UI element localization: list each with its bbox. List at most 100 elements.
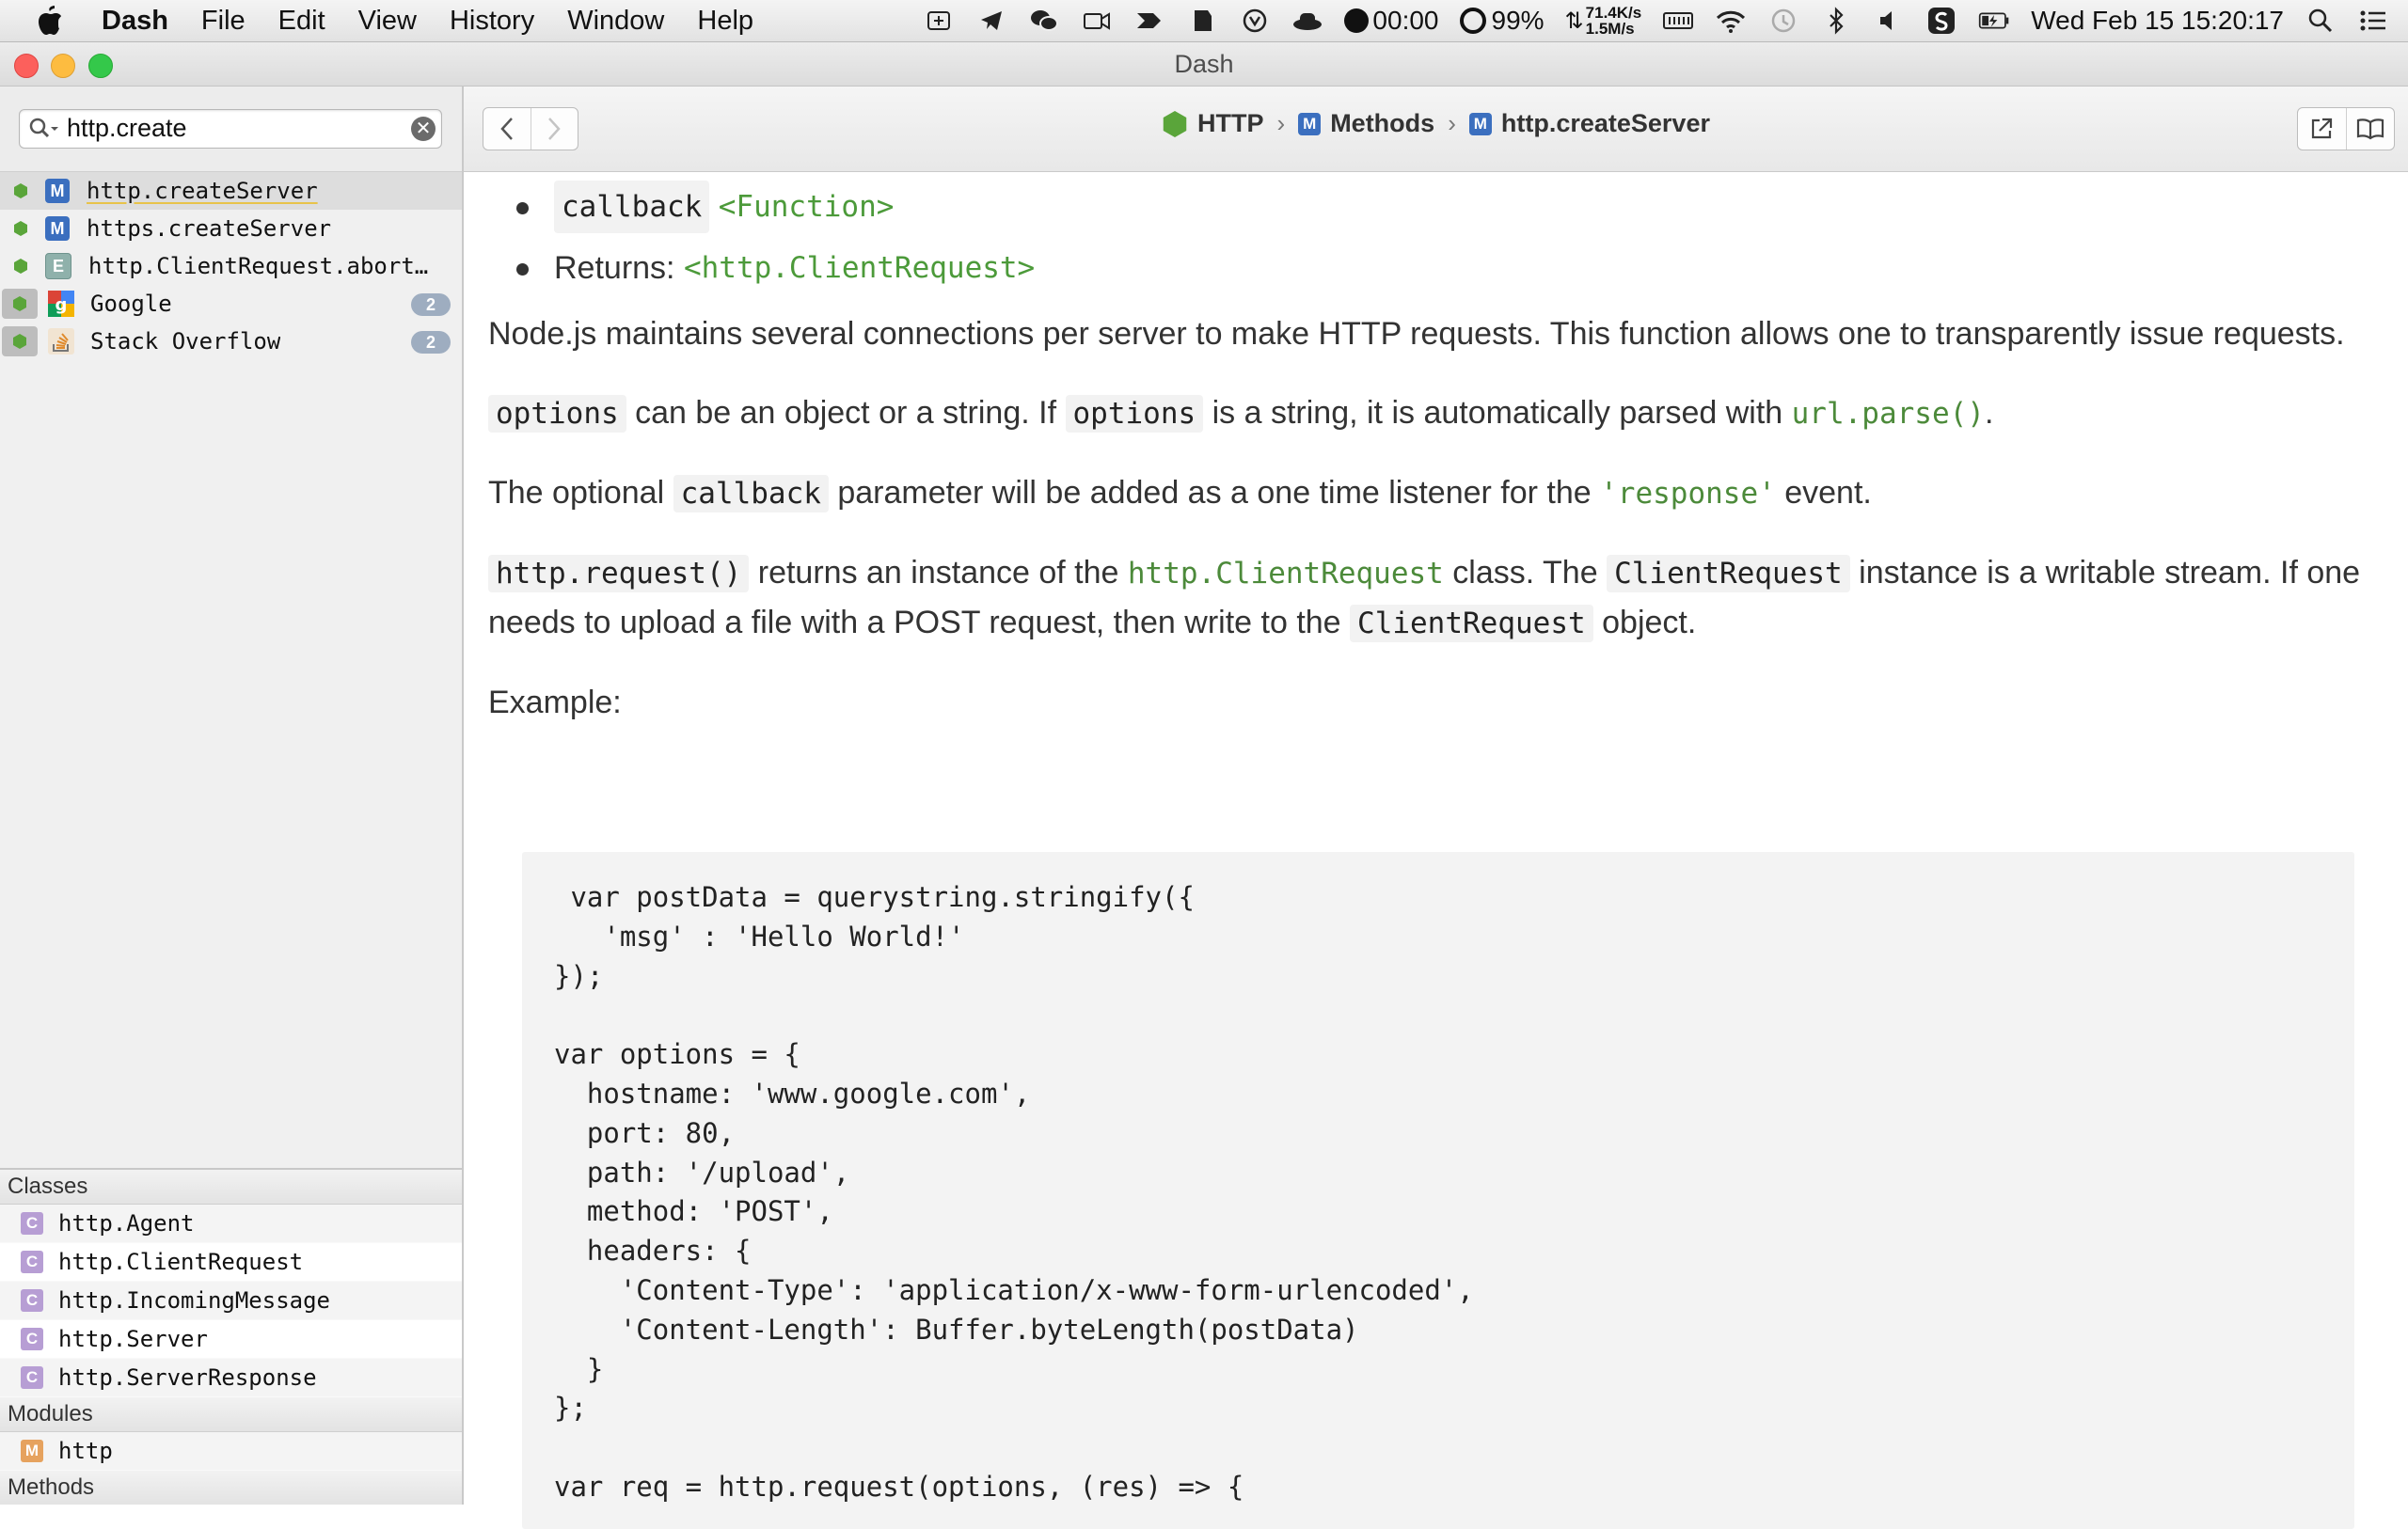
- wifi-icon[interactable]: [1715, 7, 1747, 35]
- result-label: Google: [90, 291, 172, 317]
- toc-item-label: http.Agent: [58, 1210, 195, 1237]
- spotlight-search-icon[interactable]: [2305, 7, 2337, 35]
- table-of-contents: Classes C http.Agent C http.ClientReques…: [0, 1168, 462, 1505]
- link-http-clientrequest[interactable]: http.ClientRequest: [1128, 557, 1444, 591]
- nodejs-docset-icon: [14, 259, 27, 274]
- evernote-icon[interactable]: [1186, 7, 1218, 35]
- clock[interactable]: Wed Feb 15 15:20:17: [2031, 6, 2284, 36]
- breadcrumb-docset[interactable]: HTTP: [1162, 109, 1264, 138]
- example-label: Example:: [488, 685, 622, 720]
- window-titlebar: Dash: [0, 42, 2408, 87]
- menu-view[interactable]: View: [358, 6, 417, 37]
- content-toolbar: HTTP › M Methods › M http.createServer: [464, 87, 2408, 172]
- volume-icon[interactable]: [1873, 7, 1905, 35]
- inline-code: options: [488, 395, 626, 433]
- toc-item-label: http.ClientRequest: [58, 1249, 304, 1275]
- param-list: callback <Function> Returns: <http.Clien…: [488, 176, 2379, 298]
- svg-text:g: g: [55, 295, 68, 315]
- fast-forward-icon[interactable]: [1133, 7, 1165, 35]
- toc-item-http-module[interactable]: M http: [0, 1432, 462, 1471]
- text: event.: [1784, 475, 1872, 511]
- result-label: http.createServer: [87, 178, 318, 204]
- text: returns an instance of the: [757, 555, 1119, 591]
- open-in-browser-button[interactable]: [2298, 108, 2346, 150]
- apple-menu-icon[interactable]: [36, 5, 73, 37]
- toc-item-http-serverresponse[interactable]: C http.ServerResponse: [0, 1359, 462, 1397]
- status-area: 00:00 99% ⇅ 71.4K/s 1.5M/s Wed Feb 15 15:…: [923, 0, 2389, 41]
- inline-code: callback: [673, 475, 829, 512]
- battery-monitor[interactable]: 99%: [1459, 6, 1545, 36]
- telegram-icon[interactable]: [975, 7, 1007, 35]
- result-label: Stack Overflow: [90, 328, 281, 355]
- text: The optional: [488, 475, 665, 511]
- menu-history[interactable]: History: [450, 6, 534, 37]
- toc-item-http-server[interactable]: C http.Server: [0, 1320, 462, 1359]
- toc-item-http-incomingmessage[interactable]: C http.IncomingMessage: [0, 1282, 462, 1320]
- sidebar: ✕ M http.createServer M https.createServ…: [0, 87, 464, 1505]
- breadcrumb-docset-label: HTTP: [1197, 109, 1264, 137]
- inline-code: http.request(): [488, 555, 750, 592]
- text: object.: [1602, 605, 1697, 640]
- result-https-createServer[interactable]: M https.createServer: [0, 210, 462, 247]
- menu-window[interactable]: Window: [567, 6, 664, 37]
- timer[interactable]: 00:00: [1344, 6, 1439, 36]
- breadcrumb-page-label: http.createServer: [1500, 109, 1710, 137]
- method-badge-icon: M: [45, 179, 70, 203]
- result-http-createServer[interactable]: M http.createServer: [0, 172, 462, 210]
- hat-icon[interactable]: [1291, 7, 1323, 35]
- result-http-clientrequest-abort[interactable]: E http.ClientRequest.abort…: [0, 247, 462, 285]
- class-badge-icon: C: [21, 1212, 43, 1235]
- toc-item-http-clientrequest[interactable]: C http.ClientRequest: [0, 1243, 462, 1282]
- screenshot-tool-icon[interactable]: [923, 7, 955, 35]
- type-link-function[interactable]: <Function>: [719, 182, 895, 231]
- battery-percent: 99%: [1491, 6, 1545, 35]
- network-monitor[interactable]: ⇅ 71.4K/s 1.5M/s: [1565, 5, 1642, 37]
- result-stack-overflow[interactable]: Stack Overflow 2: [0, 323, 462, 360]
- nodejs-docset-icon: [2, 326, 38, 356]
- breadcrumb-section[interactable]: M Methods: [1298, 109, 1434, 138]
- notification-center-icon[interactable]: [2357, 7, 2389, 35]
- video-camera-icon[interactable]: [1081, 7, 1113, 35]
- inline-code: ClientRequest: [1350, 605, 1593, 642]
- search-input[interactable]: [67, 113, 387, 143]
- result-google[interactable]: g Google 2: [0, 285, 462, 323]
- inline-code: options: [1065, 395, 1204, 433]
- paragraph-4: http.request() returns an instance of th…: [488, 548, 2379, 648]
- menu-help[interactable]: Help: [697, 6, 753, 37]
- text: parameter will be added as a one time li…: [837, 475, 1592, 511]
- toc-header-methods: Methods: [0, 1471, 462, 1505]
- toc-item-label: http.IncomingMessage: [58, 1287, 330, 1314]
- paragraph-1: Node.js maintains several connections pe…: [488, 316, 2345, 352]
- event-badge-icon: E: [45, 253, 71, 279]
- type-link-clientrequest[interactable]: <http.ClientRequest>: [684, 244, 1035, 292]
- clear-search-icon[interactable]: ✕: [411, 117, 436, 141]
- param-returns: Returns: <http.ClientRequest>: [488, 237, 2379, 298]
- menu-edit[interactable]: Edit: [278, 6, 325, 37]
- link-url-parse[interactable]: url.parse(): [1792, 397, 1985, 431]
- up-down-arrow-icon: ⇅: [1564, 8, 1584, 34]
- breadcrumb-section-label: Methods: [1330, 109, 1435, 137]
- search-icon[interactable]: [27, 116, 61, 142]
- wechat-icon[interactable]: [1028, 7, 1060, 35]
- battery-icon[interactable]: [1978, 7, 2010, 35]
- count-badge: 2: [411, 331, 451, 354]
- returns-label: Returns:: [554, 249, 675, 286]
- nodejs-docset-icon: [14, 221, 27, 236]
- book-toc-button[interactable]: [2345, 108, 2395, 150]
- toc-header-modules: Modules: [0, 1397, 462, 1432]
- sync-app-icon[interactable]: [1925, 7, 1957, 35]
- menu-file[interactable]: File: [201, 6, 246, 37]
- bluetooth-icon[interactable]: [1820, 7, 1852, 35]
- search-box[interactable]: ✕: [19, 109, 442, 149]
- breadcrumb: HTTP › M Methods › M http.createServer: [464, 109, 2408, 138]
- menu-app-dash[interactable]: Dash: [102, 6, 168, 37]
- memory-icon[interactable]: [1662, 7, 1694, 35]
- string-literal: 'response': [1600, 477, 1776, 511]
- inline-code: ClientRequest: [1607, 555, 1850, 592]
- method-badge-icon: M: [1298, 112, 1322, 135]
- shield-icon[interactable]: [1239, 7, 1271, 35]
- toc-item-http-agent[interactable]: C http.Agent: [0, 1205, 462, 1243]
- breadcrumb-page[interactable]: M http.createServer: [1468, 109, 1710, 138]
- time-machine-icon[interactable]: [1767, 7, 1799, 35]
- text: class. The: [1452, 555, 1598, 591]
